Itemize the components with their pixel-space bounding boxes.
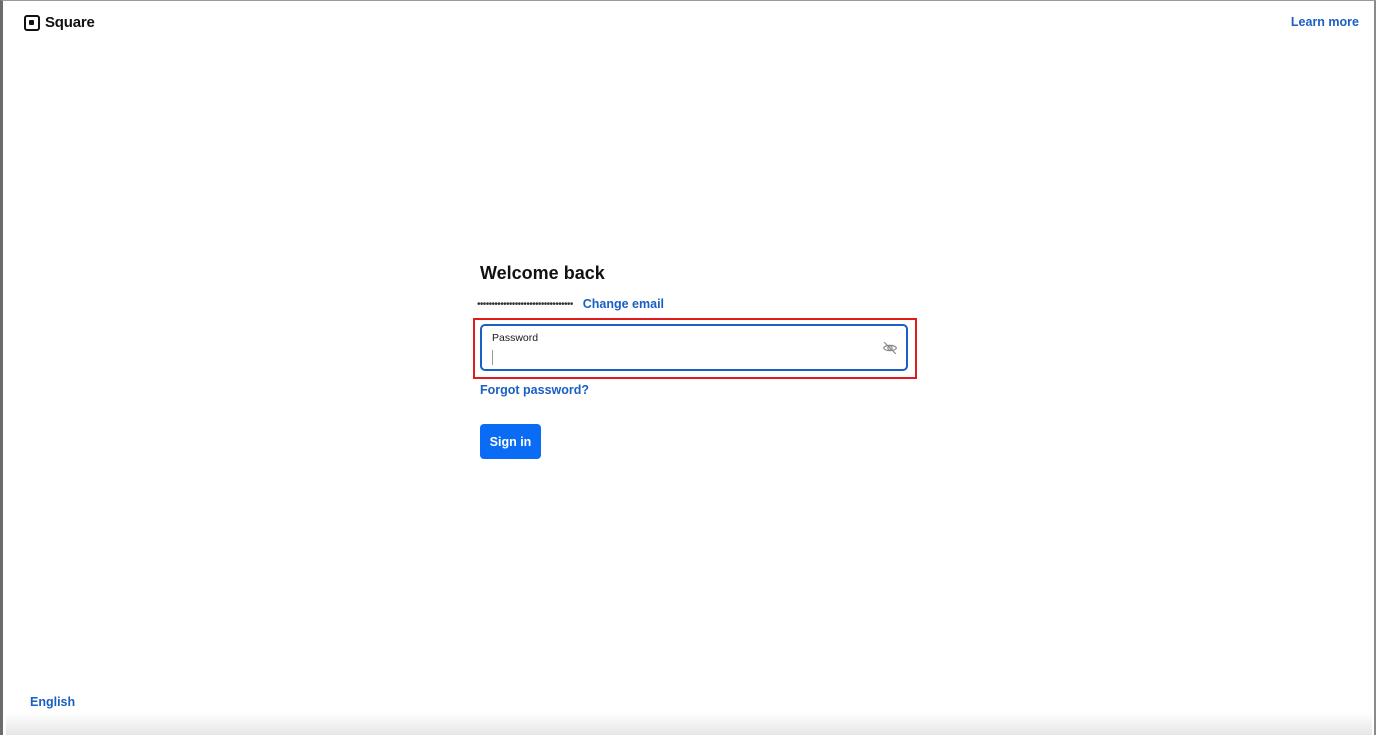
password-input[interactable] (492, 348, 872, 366)
text-caret (492, 350, 493, 365)
browser-viewport: Square Learn more Welcome back •••••••••… (0, 0, 1376, 735)
page-title: Welcome back (480, 263, 605, 283)
email-row: ••••••••••••••••••••••••••••••••• Change… (477, 297, 664, 311)
password-field[interactable]: Password (480, 324, 908, 371)
brand-name: Square (45, 14, 95, 31)
language-selector[interactable]: English (30, 695, 75, 709)
square-logo[interactable]: Square (24, 14, 95, 31)
square-logo-icon (24, 14, 40, 31)
change-email-link[interactable]: Change email (583, 297, 664, 311)
masked-email: ••••••••••••••••••••••••••••••••• (477, 298, 573, 310)
forgot-password-link[interactable]: Forgot password? (480, 383, 589, 397)
sign-in-card: Welcome back •••••••••••••••••••••••••••… (473, 262, 917, 459)
sign-in-button[interactable]: Sign in (480, 424, 541, 459)
bottom-shadow (6, 713, 1372, 735)
eye-off-icon[interactable] (882, 340, 898, 356)
password-label: Password (492, 332, 539, 344)
learn-more-link[interactable]: Learn more (1291, 15, 1359, 29)
